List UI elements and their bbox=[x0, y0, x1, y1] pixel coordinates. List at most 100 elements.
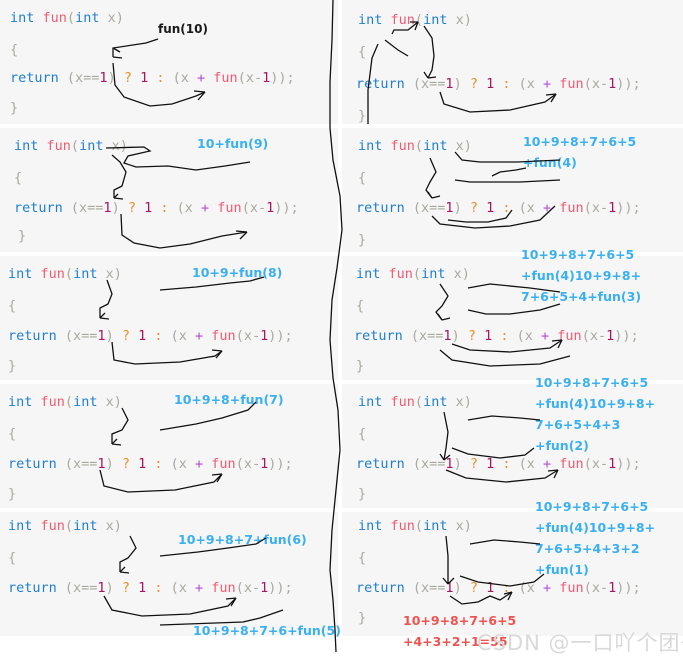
token-open2: (x bbox=[518, 76, 544, 92]
token-arg: (x- bbox=[583, 76, 609, 92]
code-open-brace: { bbox=[10, 42, 19, 58]
token-fun-call: fun bbox=[211, 328, 236, 344]
code-return: return (x==1) ? 1 : (x + fun(x-1)); bbox=[356, 200, 641, 216]
recursion-trace-diagram: int fun(int x) { return (x==1) ? 1 : (x … bbox=[0, 0, 683, 658]
annotation-level-2: 10+fun(9) bbox=[197, 136, 269, 151]
token-plus: + bbox=[543, 200, 552, 216]
annotation-r5-line2: +fun(4)10+9+8+ bbox=[535, 520, 656, 535]
code-return: return (x==1) ? 1 : (x + fun(x-1)); bbox=[356, 76, 641, 92]
token-fun: fun bbox=[390, 138, 415, 154]
token-paren: ( bbox=[412, 266, 422, 282]
token-open2: (x bbox=[516, 328, 542, 344]
token-close: ) bbox=[451, 328, 460, 344]
token-int: int bbox=[358, 518, 383, 534]
token-open2: (x bbox=[170, 456, 196, 472]
token-question: ? bbox=[461, 580, 487, 596]
annotation-r3-line3: 7+6+5+4+fun(3) bbox=[521, 289, 642, 304]
annotation-r4-line1: 10+9+8+7+6+5 bbox=[535, 375, 649, 390]
token-open2: (x bbox=[518, 200, 544, 216]
annotation-r4-line2: +fun(4)10+9+8+ bbox=[535, 396, 656, 411]
code-signature: int fun(int x) bbox=[8, 394, 122, 410]
token-arg: (x- bbox=[581, 328, 607, 344]
token-x: x) bbox=[447, 518, 472, 534]
token-tail: )); bbox=[268, 580, 293, 596]
token-return: return bbox=[356, 580, 405, 596]
token-colon: : bbox=[494, 200, 519, 216]
token-one-c: 1 bbox=[608, 200, 617, 216]
annotation-r5-line1: 10+9+8+7+6+5 bbox=[535, 499, 649, 514]
token-int-param: int bbox=[73, 394, 98, 410]
token-question: ? bbox=[461, 76, 487, 92]
token-open2: (x bbox=[176, 200, 202, 216]
annotation-r4-line3: 7+6+5+4+3 bbox=[535, 417, 621, 432]
token-paren: ( bbox=[414, 518, 424, 534]
token-plus: + bbox=[543, 76, 552, 92]
token-plus: + bbox=[541, 328, 550, 344]
token-paren: ( bbox=[414, 12, 424, 28]
token-plus: + bbox=[195, 580, 204, 596]
token-one-b: 1 bbox=[138, 328, 147, 344]
token-one-a: 1 bbox=[445, 76, 454, 92]
annotation-fun10: fun(10) bbox=[158, 22, 208, 36]
token-tail: )); bbox=[616, 200, 641, 216]
token-return: return bbox=[356, 76, 405, 92]
token-one-a: 1 bbox=[97, 456, 106, 472]
token-return: return bbox=[354, 328, 403, 344]
code-return: return (x==1) ? 1 : (x + fun(x-1)); bbox=[8, 328, 293, 344]
token-int-param: int bbox=[73, 266, 98, 282]
code-close-brace: } bbox=[10, 100, 19, 116]
code-return: return (x==1) ? 1 : (x + fun(x-1)); bbox=[356, 580, 641, 596]
token-one-a: 1 bbox=[97, 328, 106, 344]
token-tail: )); bbox=[270, 70, 295, 86]
token-question: ? bbox=[113, 580, 139, 596]
token-colon: : bbox=[494, 76, 519, 92]
token-plus: + bbox=[201, 200, 210, 216]
token-x: x) bbox=[447, 138, 472, 154]
token-question: ? bbox=[119, 200, 145, 216]
token-one-a: 1 bbox=[445, 456, 454, 472]
token-colon: : bbox=[494, 456, 519, 472]
code-return: return (x==1) ? 1 : (x + fun(x-1)); bbox=[10, 70, 295, 86]
code-close-brace: } bbox=[358, 108, 367, 124]
token-tail: )); bbox=[616, 456, 641, 472]
annotation-level-3: 10+9+fun(8) bbox=[192, 265, 283, 280]
token-one-b: 1 bbox=[138, 580, 147, 596]
token-int-param: int bbox=[75, 10, 100, 26]
token-one-c: 1 bbox=[260, 580, 269, 596]
code-close-brace: } bbox=[8, 358, 17, 374]
token-x: x) bbox=[103, 138, 128, 154]
token-fun: fun bbox=[46, 138, 71, 154]
token-colon: : bbox=[492, 328, 517, 344]
token-fun: fun bbox=[40, 266, 65, 282]
token-fun: fun bbox=[390, 12, 415, 28]
token-one-b: 1 bbox=[486, 456, 495, 472]
token-one-a: 1 bbox=[445, 200, 454, 216]
token-arg: (x- bbox=[583, 580, 609, 596]
token-paren: ( bbox=[414, 394, 424, 410]
token-colon: : bbox=[494, 580, 519, 596]
code-close-brace: } bbox=[358, 610, 367, 626]
token-int: int bbox=[8, 266, 33, 282]
code-return: return (x==1) ? 1 : (x + fun(x-1)); bbox=[356, 456, 641, 472]
token-return: return bbox=[10, 70, 59, 86]
token-tail: )); bbox=[614, 328, 639, 344]
token-one-b: 1 bbox=[484, 328, 493, 344]
token-x: x) bbox=[97, 266, 122, 282]
token-close: ) bbox=[111, 200, 120, 216]
token-close: ) bbox=[453, 76, 462, 92]
code-open-brace: { bbox=[8, 298, 17, 314]
token-fun-call: fun bbox=[217, 200, 242, 216]
token-x: x) bbox=[97, 518, 122, 534]
token-cond: (x== bbox=[404, 456, 446, 472]
code-close-brace: } bbox=[358, 486, 367, 502]
annotation-r4-line4: +fun(2) bbox=[535, 438, 589, 453]
token-paren: ( bbox=[64, 518, 74, 534]
token-fun-call: fun bbox=[557, 328, 582, 344]
token-close: ) bbox=[453, 580, 462, 596]
code-signature: int fun(int x) bbox=[14, 138, 128, 154]
